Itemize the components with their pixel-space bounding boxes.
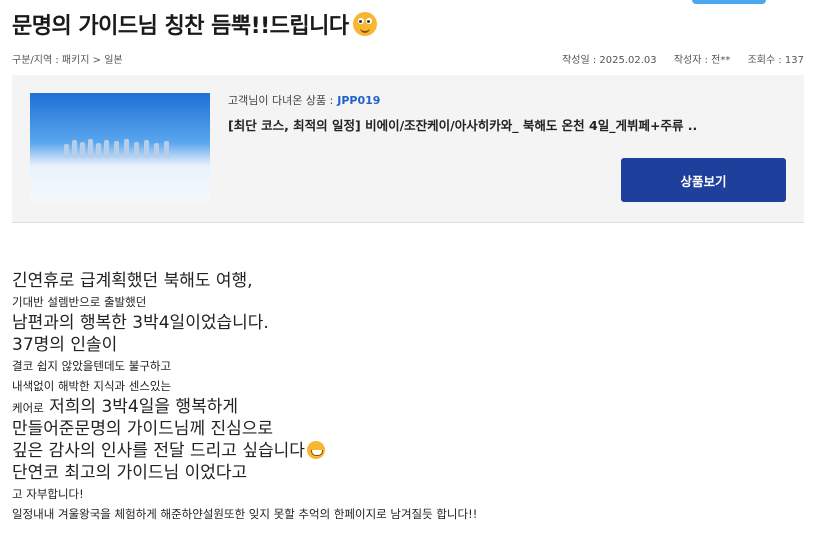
body-line: 일정내내 겨울왕국을 체험하게 해준하얀설원또한 잊지 못할 추억의 한페이지로… [12, 507, 478, 521]
body-line: 케어로 저희의 3박4일을 행복하게 [12, 396, 802, 418]
product-code: JPP019 [337, 94, 381, 107]
body-line: 만들어준문명의 가이드님께 진심으로 [12, 419, 274, 439]
category-breadcrumb: 구분/지역 : 패키지 > 일본 [12, 55, 123, 66]
body-line: 단연코 최고의 가이드님 이었다고 [12, 463, 248, 483]
post-body: 긴연휴로 급계획했던 북해도 여행, 기대반 설렘반으로 출발했던 남편과의 행… [12, 270, 802, 524]
body-line: 기대반 설렘반으로 출발했던 [12, 295, 147, 309]
body-line: 37명의 인솔이 [12, 335, 118, 355]
body-text-big: 저희의 3박4일을 행복하게 [43, 397, 238, 417]
body-text-small: 케어로 [12, 401, 44, 415]
post-views: 조회수 : 137 [747, 55, 804, 66]
view-product-button[interactable]: 상품보기 [621, 158, 786, 202]
post-meta: 작성일 : 2025.02.03 작성자 : 전** 조회수 : 137 [548, 51, 804, 66]
body-line: 긴연휴로 급계획했던 북해도 여행, [12, 271, 253, 291]
body-line: 남편과의 행복한 3박4일이었습니다. [12, 313, 269, 333]
body-line: 깊은 감사의 인사를 전달 드리고 싶습니다 [12, 440, 802, 462]
body-line: 결코 쉽지 않았을텐데도 불구하고 [12, 359, 172, 373]
post-author: 작성자 : 전** [673, 55, 731, 66]
post-date: 작성일 : 2025.02.03 [562, 55, 657, 66]
title-row: 문명의 가이드님 칭찬 듬뿍!!드립니다 [12, 8, 377, 40]
grinning-face-icon [306, 441, 325, 459]
product-label-row: 고객님이 다녀온 상품 : JPP019 [228, 92, 380, 108]
top-action-button[interactable] [692, 0, 766, 4]
body-text: 깊은 감사의 인사를 전달 드리고 싶습니다 [12, 441, 305, 461]
product-label: 고객님이 다녀온 상품 : [228, 94, 334, 107]
product-name[interactable]: [최단 코스, 최적의 일정] 비에이/조잔케이/아사히카와_ 북해도 온천 4… [228, 115, 748, 134]
page-title: 문명의 가이드님 칭찬 듬뿍!!드립니다 [12, 14, 349, 39]
product-card: 고객님이 다녀온 상품 : JPP019 [최단 코스, 최적의 일정] 비에이/… [12, 75, 804, 223]
smiling-face-icon [352, 12, 377, 36]
meta-row: 구분/지역 : 패키지 > 일본 작성일 : 2025.02.03 작성자 : … [12, 51, 804, 66]
body-line: 고 자부합니다! [12, 487, 84, 501]
body-line: 내색없이 해박한 지식과 센스있는 [12, 379, 172, 393]
product-thumbnail[interactable] [30, 93, 210, 203]
